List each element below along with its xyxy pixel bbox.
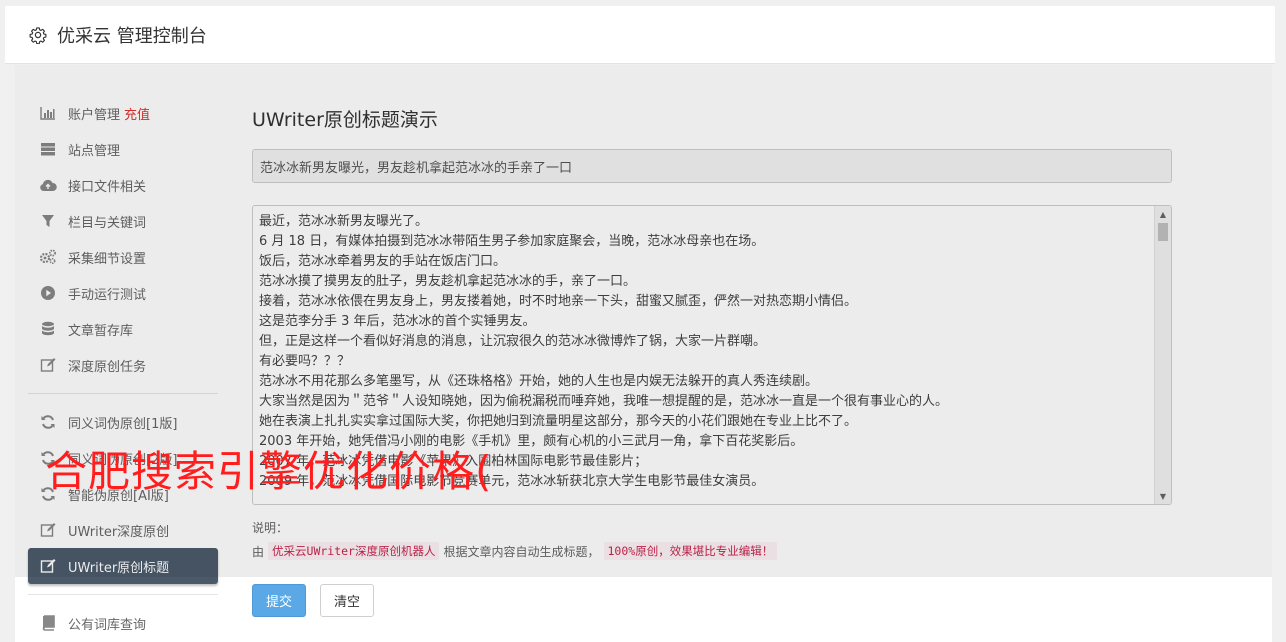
action-buttons: 提交 清空	[252, 584, 1172, 617]
article-line: 大家当然是因为＂范爷＂人设知晓她，因为偷税漏税而唾弃她，我唯一想提醒的是，范冰冰…	[259, 394, 949, 409]
sidebar-item-columns-keywords[interactable]: 栏目与关键词	[28, 203, 218, 239]
sidebar-item-label: 文章暂存库	[68, 323, 134, 339]
edit-icon	[39, 558, 57, 574]
article-line: 6 月 18 日，有媒体拍摄到范冰冰带陌生男子参加家庭聚会，当晚，范冰冰母亲也在…	[259, 234, 765, 249]
refresh-icon	[39, 414, 57, 430]
sidebar-item-label: 同义词伪原创[1版]	[68, 416, 178, 432]
book-icon	[39, 615, 57, 631]
clear-button[interactable]: 清空	[320, 584, 374, 617]
article-line: 这是范李分手 3 年后，范冰冰的首个实锤男友。	[259, 314, 536, 329]
sidebar-item-label: 站点管理	[68, 143, 121, 159]
section-title: UWriter原创标题演示	[252, 109, 438, 131]
filter-icon	[39, 214, 57, 228]
gear-icon	[29, 26, 47, 44]
title-input[interactable]: 范冰冰新男友曝光，男友趁机拿起范冰冰的手亲了一口	[252, 149, 1172, 183]
article-line: 范冰冰摸了摸男友的肚子，男友趁机拿起范冰冰的手，亲了一口。	[259, 274, 637, 289]
scroll-thumb[interactable]	[1158, 223, 1168, 241]
sidebar-item-sites[interactable]: 站点管理	[28, 131, 218, 167]
sidebar-item-uwriter-deep[interactable]: UWriter深度原创	[28, 512, 218, 548]
note-highlight: 100%原创，效果堪比专业编辑！	[603, 542, 778, 560]
sidebar-item-label: UWriter深度原创	[68, 524, 170, 540]
scroll-up-arrow-icon[interactable]: ▲	[1155, 206, 1171, 222]
edit-icon	[39, 357, 57, 373]
sidebar-item-label: 接口文件相关	[68, 179, 147, 195]
note-middle: 根据文章内容自动生成标题，	[443, 544, 600, 559]
sidebar-item-label: 深度原创任务	[68, 359, 147, 375]
cloud-upload-icon	[39, 178, 57, 192]
bar-chart-icon	[39, 106, 57, 120]
note-robot-name: 优采云UWriter深度原创机器人	[268, 542, 440, 560]
sidebar-item-deep-original-task[interactable]: 深度原创任务	[28, 347, 218, 383]
server-icon	[39, 142, 57, 156]
sidebar-item-label: 公有词库查询	[68, 617, 147, 633]
top-header: 优采云 管理控制台	[5, 6, 1275, 64]
textarea-scrollbar[interactable]: ▲ ▼	[1154, 206, 1171, 504]
app-title: 优采云 管理控制台	[57, 25, 207, 47]
article-line: 饭后，范冰冰牵着男友的手站在饭店门口。	[259, 254, 507, 269]
article-line: 但，正是这样一个看似好消息的消息，让沉寂很久的范冰冰微博炸了锅，大家一片群嘲。	[259, 334, 767, 349]
edit-icon	[39, 522, 57, 538]
recharge-link[interactable]: 充值	[124, 104, 150, 123]
scroll-down-arrow-icon[interactable]: ▼	[1155, 488, 1171, 504]
sidebar-item-label: 手动运行测试	[68, 287, 147, 303]
article-line: 她在表演上扎扎实实拿过国际大奖，你把她归到流量明星这部分，那今天的小花们跟她在专…	[259, 414, 858, 429]
main-content: UWriter原创标题演示 范冰冰新男友曝光，男友趁机拿起范冰冰的手亲了一口 最…	[252, 105, 1172, 617]
sidebar-item-synonym-v1[interactable]: 同义词伪原创[1版]	[28, 404, 218, 440]
sidebar-item-label: 栏目与关键词	[68, 215, 147, 231]
sidebar-item-label: 采集细节设置	[68, 251, 147, 267]
note-label: 说明：	[252, 521, 289, 535]
database-icon	[39, 321, 57, 337]
article-line: 接着，范冰冰依偎在男友身上，男友搂着她，时不时地亲一下头，甜蜜又腻歪，俨然一对热…	[259, 294, 858, 309]
watermark-text: 合肥搜索引擎优化价格(	[45, 447, 493, 496]
submit-button[interactable]: 提交	[252, 584, 306, 617]
sidebar-item-account[interactable]: 账户管理 充值	[28, 95, 218, 131]
sidebar-item-article-storage[interactable]: 文章暂存库	[28, 311, 218, 347]
title-input-value: 范冰冰新男友曝光，男友趁机拿起范冰冰的手亲了一口	[260, 160, 573, 176]
sidebar-nav: 账户管理 充值 站点管理 接口文件相关 栏目与关键词 采集细节设置 手动运行测试…	[28, 95, 218, 641]
article-line: 范冰冰不用花那么多笔墨写，从《还珠格格》开始，她的人生也是内娱无法躲开的真人秀连…	[259, 374, 819, 389]
cogs-icon	[39, 249, 57, 265]
article-line: 有必要吗？？？	[259, 354, 351, 369]
sidebar-item-manual-run[interactable]: 手动运行测试	[28, 275, 218, 311]
sidebar-item-uwriter-title[interactable]: UWriter原创标题	[28, 548, 218, 584]
article-line: 最近，范冰冰新男友曝光了。	[259, 214, 429, 229]
sidebar-item-public-lexicon[interactable]: 公有词库查询	[28, 605, 218, 641]
sidebar-item-interface-files[interactable]: 接口文件相关	[28, 167, 218, 203]
sidebar-item-collection-settings[interactable]: 采集细节设置	[28, 239, 218, 275]
sidebar-item-label: UWriter原创标题	[68, 560, 170, 576]
note-description: 由 优采云UWriter深度原创机器人 根据文章内容自动生成标题， 100%原创…	[252, 542, 1172, 560]
sidebar-item-label: 账户管理	[68, 107, 121, 123]
note-prefix: 由	[252, 544, 265, 559]
page: 优采云 管理控制台 账户管理 充值 站点管理 接口文件相关 栏目与关键词 采集细…	[0, 0, 1286, 642]
play-circle-icon	[39, 285, 57, 301]
sidebar-divider	[28, 594, 218, 595]
sidebar-divider	[28, 393, 218, 394]
